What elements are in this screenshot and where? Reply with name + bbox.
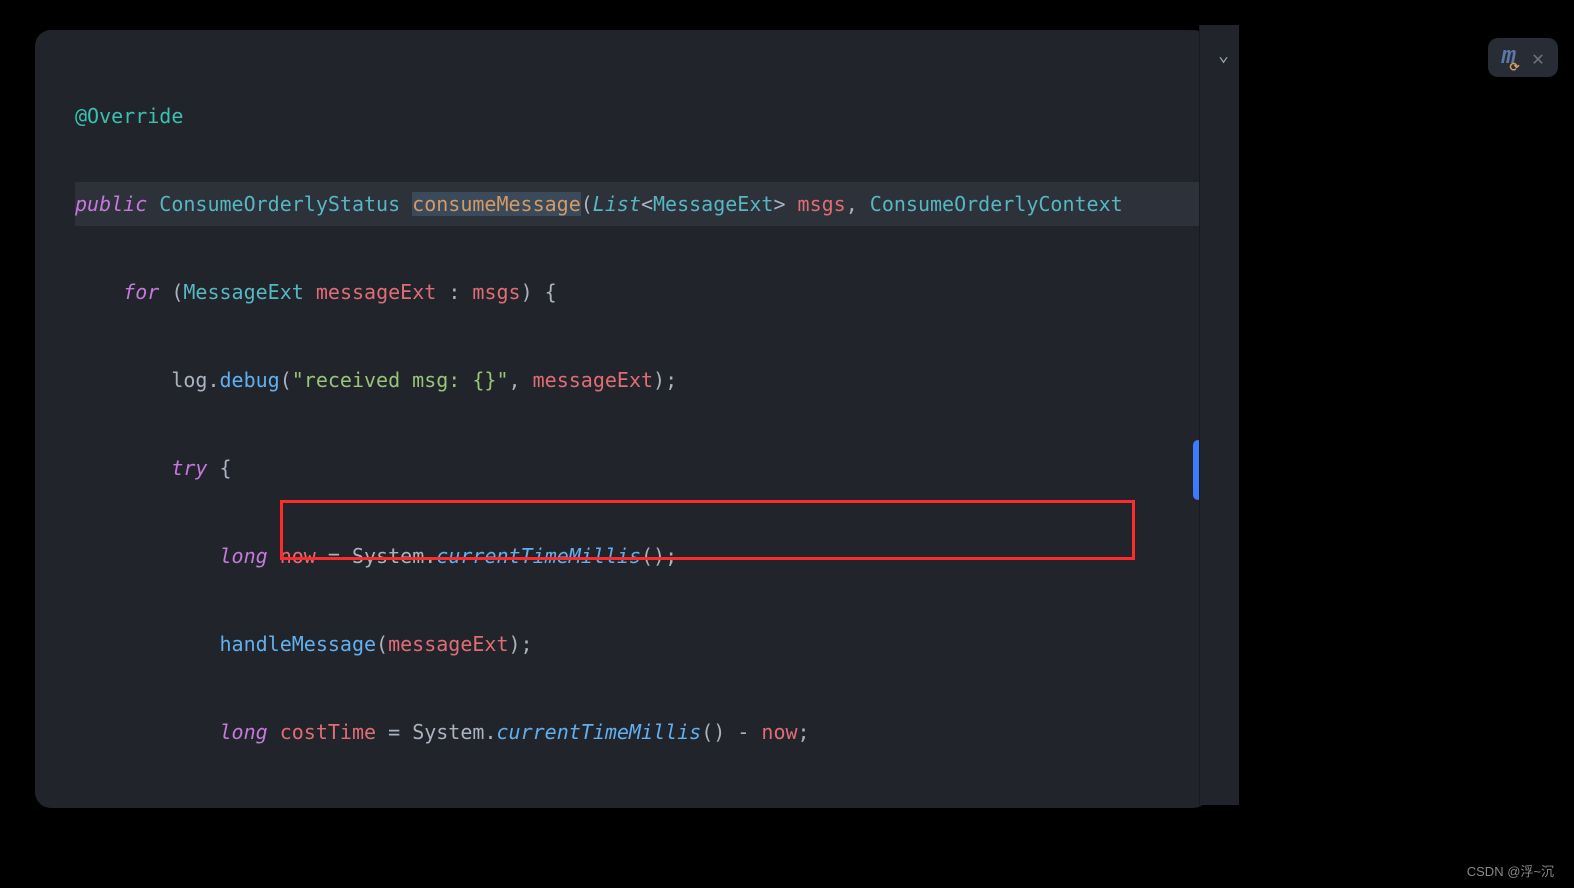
code-area[interactable]: @Override public ConsumeOrderlyStatus co… [35,30,1209,808]
editor-toolbar: m ✕ [1488,38,1558,77]
code-line: log.debug("consume {} cost: {} ms", mess… [75,798,1209,808]
code-line-highlighted: public ConsumeOrderlyStatus consumeMessa… [75,182,1209,226]
chevron-down-icon[interactable]: ⌄ [1218,45,1229,66]
code-line: log.debug("received msg: {}", messageExt… [75,358,1209,402]
code-line: try { [75,446,1209,490]
code-line: long now = System.currentTimeMillis(); [75,534,1209,578]
watermark-text: CSDN @浮~沉 [1467,861,1554,880]
code-line: @Override [75,94,1209,138]
close-icon[interactable]: ✕ [1532,46,1544,70]
annotation: @Override [75,104,183,128]
code-line: for (MessageExt messageExt : msgs) { [75,270,1209,314]
code-line: long costTime = System.currentTimeMillis… [75,710,1209,754]
side-panel-collapsed: ⌄ [1199,25,1239,805]
plugin-logo-icon[interactable]: m [1502,44,1516,71]
code-editor-window: @Override public ConsumeOrderlyStatus co… [35,30,1209,808]
code-line: handleMessage(messageExt); [75,622,1209,666]
